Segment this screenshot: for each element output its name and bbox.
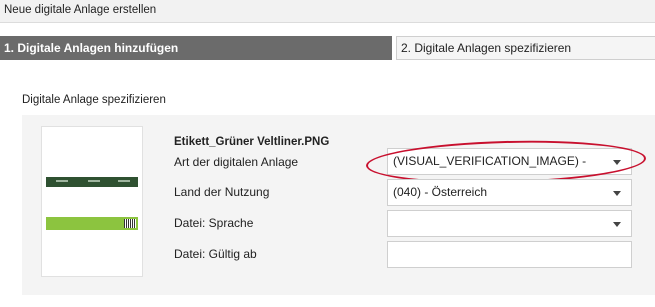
country-value: (040) - Österreich bbox=[393, 185, 488, 199]
asset-type-label: Art der digitalen Anlage bbox=[174, 155, 299, 169]
asset-filename: Etikett_Grüner Veltliner.PNG bbox=[174, 136, 330, 148]
chevron-down-icon bbox=[613, 222, 621, 227]
step-tab-specify-assets[interactable]: 2. Digitale Anlagen spezifizieren bbox=[396, 36, 655, 60]
label-image-top-icon bbox=[46, 177, 138, 187]
step-tab-add-assets[interactable]: 1. Digitale Anlagen hinzufügen bbox=[0, 36, 392, 60]
language-select[interactable] bbox=[387, 210, 632, 237]
asset-thumbnail[interactable] bbox=[41, 126, 143, 277]
section-title: Digitale Anlage spezifizieren bbox=[22, 94, 166, 106]
country-select[interactable]: (040) - Österreich bbox=[387, 179, 632, 206]
barcode-icon bbox=[124, 219, 136, 228]
valid-from-input[interactable] bbox=[387, 241, 632, 268]
chevron-down-icon bbox=[613, 191, 621, 196]
country-label: Land der Nutzung bbox=[174, 185, 270, 199]
dialog-title: Neue digitale Anlage erstellen bbox=[4, 4, 157, 16]
label-image-bottom-icon bbox=[46, 217, 138, 230]
dialog-header: Neue digitale Anlage erstellen bbox=[0, 0, 655, 23]
language-label: Datei: Sprache bbox=[174, 216, 254, 230]
valid-from-label: Datei: Gültig ab bbox=[174, 247, 257, 261]
